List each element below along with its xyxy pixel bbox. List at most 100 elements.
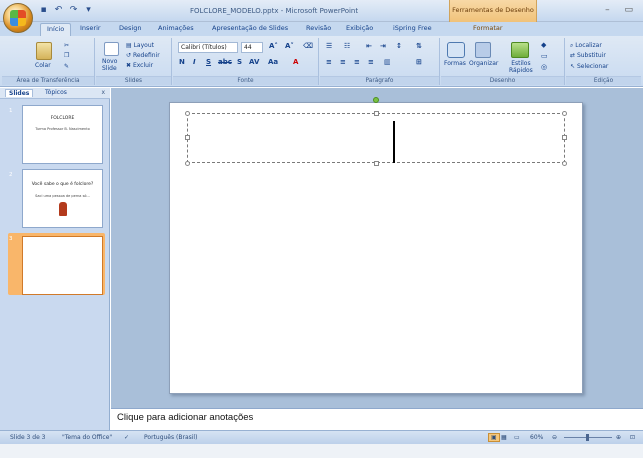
slide-thumbnail-2[interactable]: Você sabe o que é folclore? Saci uma pes…	[22, 169, 103, 228]
new-slide-icon[interactable]	[104, 42, 119, 56]
tab-outline[interactable]: Tópicos	[42, 89, 70, 96]
grow-font-icon[interactable]: A˄	[269, 42, 278, 50]
language-status[interactable]: Português (Brasil)	[144, 434, 197, 441]
line-spacing-icon[interactable]: ↕	[396, 42, 402, 50]
font-name-select[interactable]: Calibri (Títulos)	[178, 42, 238, 53]
columns-icon[interactable]: ▥	[384, 58, 391, 66]
tab-slides[interactable]: Slides	[5, 89, 34, 97]
save-icon[interactable]: ▪	[38, 5, 49, 16]
shape-effects-icon[interactable]: ◎	[541, 63, 547, 71]
new-slide-button[interactable]: Novo Slide	[102, 58, 117, 72]
copy-icon[interactable]: ❐	[64, 52, 69, 59]
slide-sorter-icon[interactable]: ▦	[501, 434, 507, 441]
paste-button[interactable]: Colar	[35, 62, 51, 69]
shape-fill-icon[interactable]: ◆	[541, 41, 546, 49]
cut-icon[interactable]: ✂	[64, 42, 69, 49]
tab-home[interactable]: Início	[40, 23, 72, 36]
tab-view[interactable]: Exibição	[346, 24, 373, 32]
italic-icon[interactable]: I	[193, 58, 196, 66]
tab-slideshow[interactable]: Apresentação de Slides	[212, 24, 288, 32]
fit-window-icon[interactable]: ⊡	[630, 434, 635, 441]
zoom-in-icon[interactable]: ⊕	[616, 434, 621, 441]
layout-icon: ▤	[126, 42, 134, 49]
close-pane-icon[interactable]: x	[101, 89, 105, 96]
decrease-indent-icon[interactable]: ⇤	[366, 42, 372, 50]
zoom-out-icon[interactable]: ⊖	[552, 434, 557, 441]
resize-handle-tr[interactable]	[562, 111, 567, 116]
tab-animations[interactable]: Animações	[158, 24, 194, 32]
office-button[interactable]	[3, 3, 33, 33]
select-label: Selecionar	[576, 63, 609, 70]
align-left-icon[interactable]: ≡	[326, 58, 332, 66]
strikethrough-icon[interactable]: abc	[218, 58, 232, 66]
char-spacing-icon[interactable]: AV	[249, 58, 259, 66]
bold-icon[interactable]: N	[179, 58, 185, 66]
format-painter-icon[interactable]: ✎	[64, 63, 69, 70]
customize-qat-icon[interactable]: ▾	[83, 5, 94, 16]
find-button[interactable]: ⌕ Localizar	[570, 42, 602, 50]
slide-thumbnail-1[interactable]: FOLCLORE Turma Professor B. Nascimento	[22, 105, 103, 164]
resize-handle-t[interactable]	[374, 111, 379, 116]
title-bar: ▪ ↶ ↷ ▾ FOLCLORE_MODELO.pptx - Microsoft…	[0, 0, 643, 22]
zoom-slider-thumb[interactable]	[586, 434, 589, 441]
align-center-icon[interactable]: ≡	[340, 58, 346, 66]
arrange-icon[interactable]	[475, 42, 491, 58]
notes-pane[interactable]: Clique para adicionar anotações	[111, 408, 643, 430]
tab-format[interactable]: Formatar	[473, 24, 503, 32]
tab-design[interactable]: Design	[119, 24, 141, 32]
resize-handle-l[interactable]	[185, 135, 190, 140]
group-label-editing: Edição	[566, 76, 641, 85]
change-case-icon[interactable]: Aa	[268, 58, 278, 66]
shapes-icon[interactable]	[447, 42, 465, 58]
group-font: Calibri (Títulos) 44 A˄ A˅ ⌫ N I S abc S…	[173, 38, 319, 85]
rotation-handle[interactable]	[373, 97, 379, 103]
paste-icon[interactable]	[36, 42, 52, 60]
delete-slide-button[interactable]: ✖ Excluir	[126, 62, 153, 69]
title-placeholder[interactable]	[187, 113, 565, 163]
increase-indent-icon[interactable]: ⇥	[380, 42, 386, 50]
replace-button[interactable]: ⇄ Substituir	[570, 52, 606, 59]
bullets-icon[interactable]: ☰	[326, 42, 332, 50]
resize-handle-r[interactable]	[562, 135, 567, 140]
resize-handle-b[interactable]	[374, 161, 379, 166]
tab-review[interactable]: Revisão	[306, 24, 331, 32]
undo-icon[interactable]: ↶	[53, 5, 64, 16]
office-logo-icon	[10, 10, 26, 26]
font-size-select[interactable]: 44	[241, 42, 263, 53]
underline-icon[interactable]: S	[206, 58, 211, 66]
layout-button[interactable]: ▤ Layout	[126, 42, 154, 49]
numbering-icon[interactable]: ☷	[344, 42, 350, 50]
resize-handle-tl[interactable]	[185, 111, 190, 116]
group-label-slides: Slides	[96, 76, 171, 85]
shapes-button[interactable]: Formas	[444, 60, 466, 67]
window-controls[interactable]: – ▭	[605, 5, 639, 15]
shadow-icon[interactable]: S	[237, 58, 242, 66]
slide-canvas[interactable]	[169, 97, 583, 394]
font-color-icon[interactable]: A	[293, 58, 298, 66]
normal-view-icon[interactable]: ▣	[488, 433, 500, 442]
theme-name[interactable]: "Tema do Office"	[62, 434, 112, 441]
thumb-subtitle: Turma Professor B. Nascimento	[35, 127, 90, 131]
arrange-button[interactable]: Organizar	[469, 60, 498, 67]
shape-outline-icon[interactable]: ▭	[541, 52, 548, 60]
resize-handle-br[interactable]	[562, 161, 567, 166]
justify-icon[interactable]: ≡	[368, 58, 374, 66]
text-direction-icon[interactable]: ⇅	[416, 42, 422, 50]
slideshow-view-icon[interactable]: ▭	[514, 434, 520, 441]
align-right-icon[interactable]: ≡	[354, 58, 360, 66]
spellcheck-icon[interactable]: ✓	[124, 434, 129, 441]
tab-insert[interactable]: Inserir	[80, 24, 101, 32]
quick-styles-button[interactable]: Estilos Rápidos	[509, 60, 533, 74]
redo-icon[interactable]: ↷	[68, 5, 79, 16]
group-editing: ⌕ Localizar ⇄ Substituir ↖ Selecionar Ed…	[566, 38, 641, 85]
reset-button[interactable]: ↺ Redefinir	[126, 52, 160, 59]
zoom-level[interactable]: 60%	[530, 434, 543, 441]
select-button[interactable]: ↖ Selecionar	[570, 63, 608, 70]
slide-thumbnail-3[interactable]	[22, 236, 103, 295]
shrink-font-icon[interactable]: A˅	[285, 42, 294, 50]
resize-handle-bl[interactable]	[185, 161, 190, 166]
quick-styles-icon[interactable]	[511, 42, 529, 58]
smartart-icon[interactable]: ⊞	[416, 58, 422, 66]
tab-ispring[interactable]: iSpring Free	[393, 24, 432, 32]
clear-format-icon[interactable]: ⌫	[303, 42, 313, 50]
